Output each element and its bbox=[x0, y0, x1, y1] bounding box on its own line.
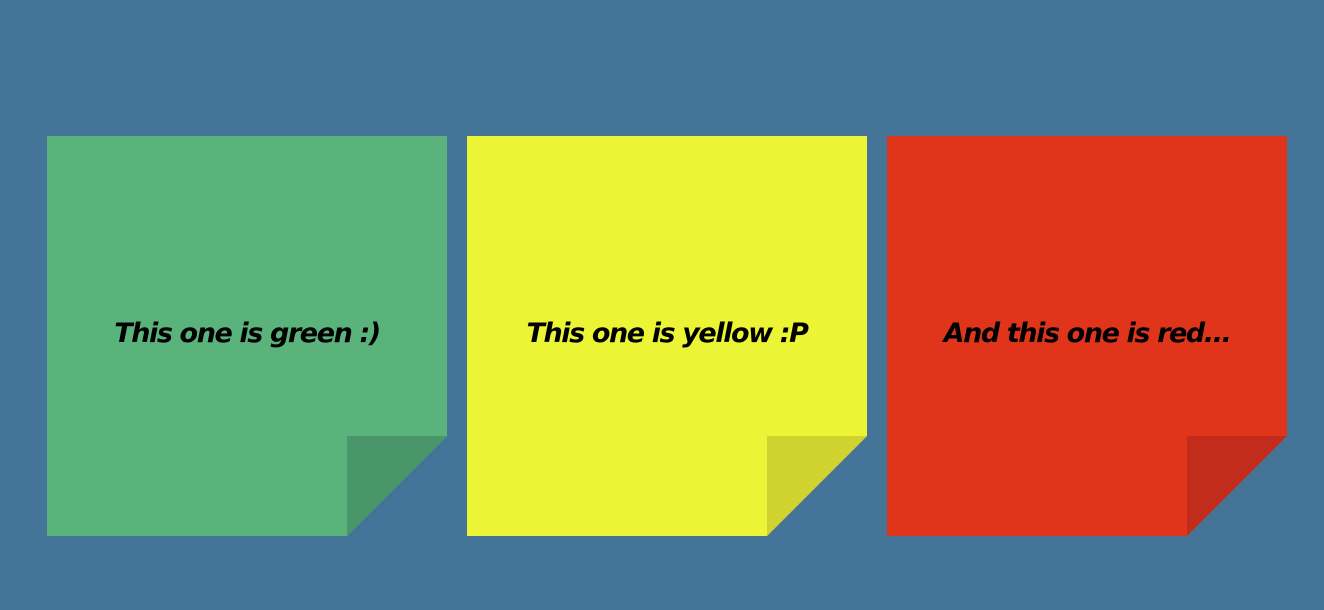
sticky-note-yellow: This one is yellow :P bbox=[467, 136, 867, 536]
page-curl-corner bbox=[347, 436, 447, 536]
sticky-note-text: And this one is red... bbox=[943, 318, 1232, 349]
page-curl-corner bbox=[767, 436, 867, 536]
page-curl-corner bbox=[1187, 436, 1287, 536]
sticky-notes-board: This one is green :) This one is yellow … bbox=[0, 0, 1324, 610]
sticky-note-text: This one is green :) bbox=[114, 318, 381, 349]
sticky-note-red: And this one is red... bbox=[887, 136, 1287, 536]
sticky-note-text: This one is yellow :P bbox=[526, 318, 808, 349]
sticky-note-green: This one is green :) bbox=[47, 136, 447, 536]
